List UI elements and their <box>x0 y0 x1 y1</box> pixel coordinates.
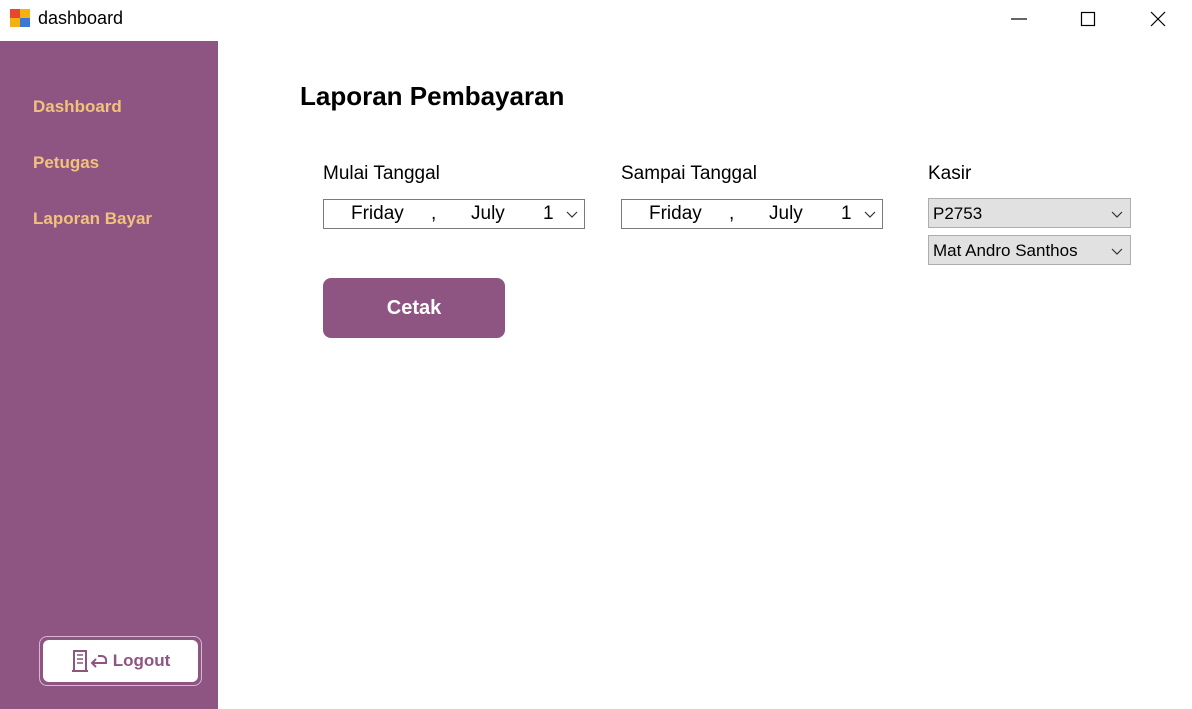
chevron-down-icon[interactable] <box>1111 209 1123 219</box>
window-title: dashboard <box>38 8 124 28</box>
start-date-separator: , <box>431 203 437 224</box>
end-date-label: Sampai Tanggal <box>621 163 757 184</box>
page-title: Laporan Pembayaran <box>300 81 565 111</box>
start-date-label: Mulai Tanggal <box>323 163 440 184</box>
kasir-label: Kasir <box>928 163 972 184</box>
sidebar-item-dashboard[interactable]: Dashboard <box>33 97 122 117</box>
title-bar: dashboard <box>0 0 1192 41</box>
sidebar-item-laporan-bayar[interactable]: Laporan Bayar <box>33 209 152 229</box>
end-date-picker[interactable]: Friday , July 1 <box>621 199 883 229</box>
chevron-down-icon[interactable] <box>864 209 876 219</box>
end-date-separator: , <box>729 203 735 224</box>
print-button[interactable]: Cetak <box>323 278 505 338</box>
kasir-name-value: Mat Andro Santhos <box>933 241 1078 260</box>
end-date-month: July <box>769 203 803 224</box>
start-date-number: 1 <box>543 203 554 224</box>
end-date-number: 1 <box>841 203 852 224</box>
close-button[interactable] <box>1134 0 1180 38</box>
end-date-day: Friday <box>649 203 702 224</box>
maximize-button[interactable] <box>1065 0 1111 38</box>
start-date-month: July <box>471 203 505 224</box>
app-windows-icon <box>10 9 32 27</box>
chevron-down-icon[interactable] <box>566 209 578 219</box>
minimize-icon <box>1011 18 1027 20</box>
close-icon <box>1150 11 1166 27</box>
sidebar-item-petugas[interactable]: Petugas <box>33 153 99 173</box>
sidebar: Dashboard Petugas Laporan Bayar Logout <box>0 41 218 709</box>
maximize-icon <box>1080 11 1096 27</box>
kasir-name-select[interactable]: Mat Andro Santhos <box>928 235 1131 265</box>
logout-button-frame: Logout <box>39 636 202 686</box>
door-exit-icon <box>71 650 107 672</box>
start-date-picker[interactable]: Friday , July 1 <box>323 199 585 229</box>
minimize-button[interactable] <box>996 0 1042 38</box>
logout-label: Logout <box>112 651 171 670</box>
kasir-id-value: P2753 <box>933 204 983 223</box>
start-date-day: Friday <box>351 203 404 224</box>
chevron-down-icon[interactable] <box>1111 246 1123 256</box>
kasir-id-select[interactable]: P2753 <box>928 198 1131 228</box>
logout-button[interactable]: Logout <box>43 640 198 682</box>
